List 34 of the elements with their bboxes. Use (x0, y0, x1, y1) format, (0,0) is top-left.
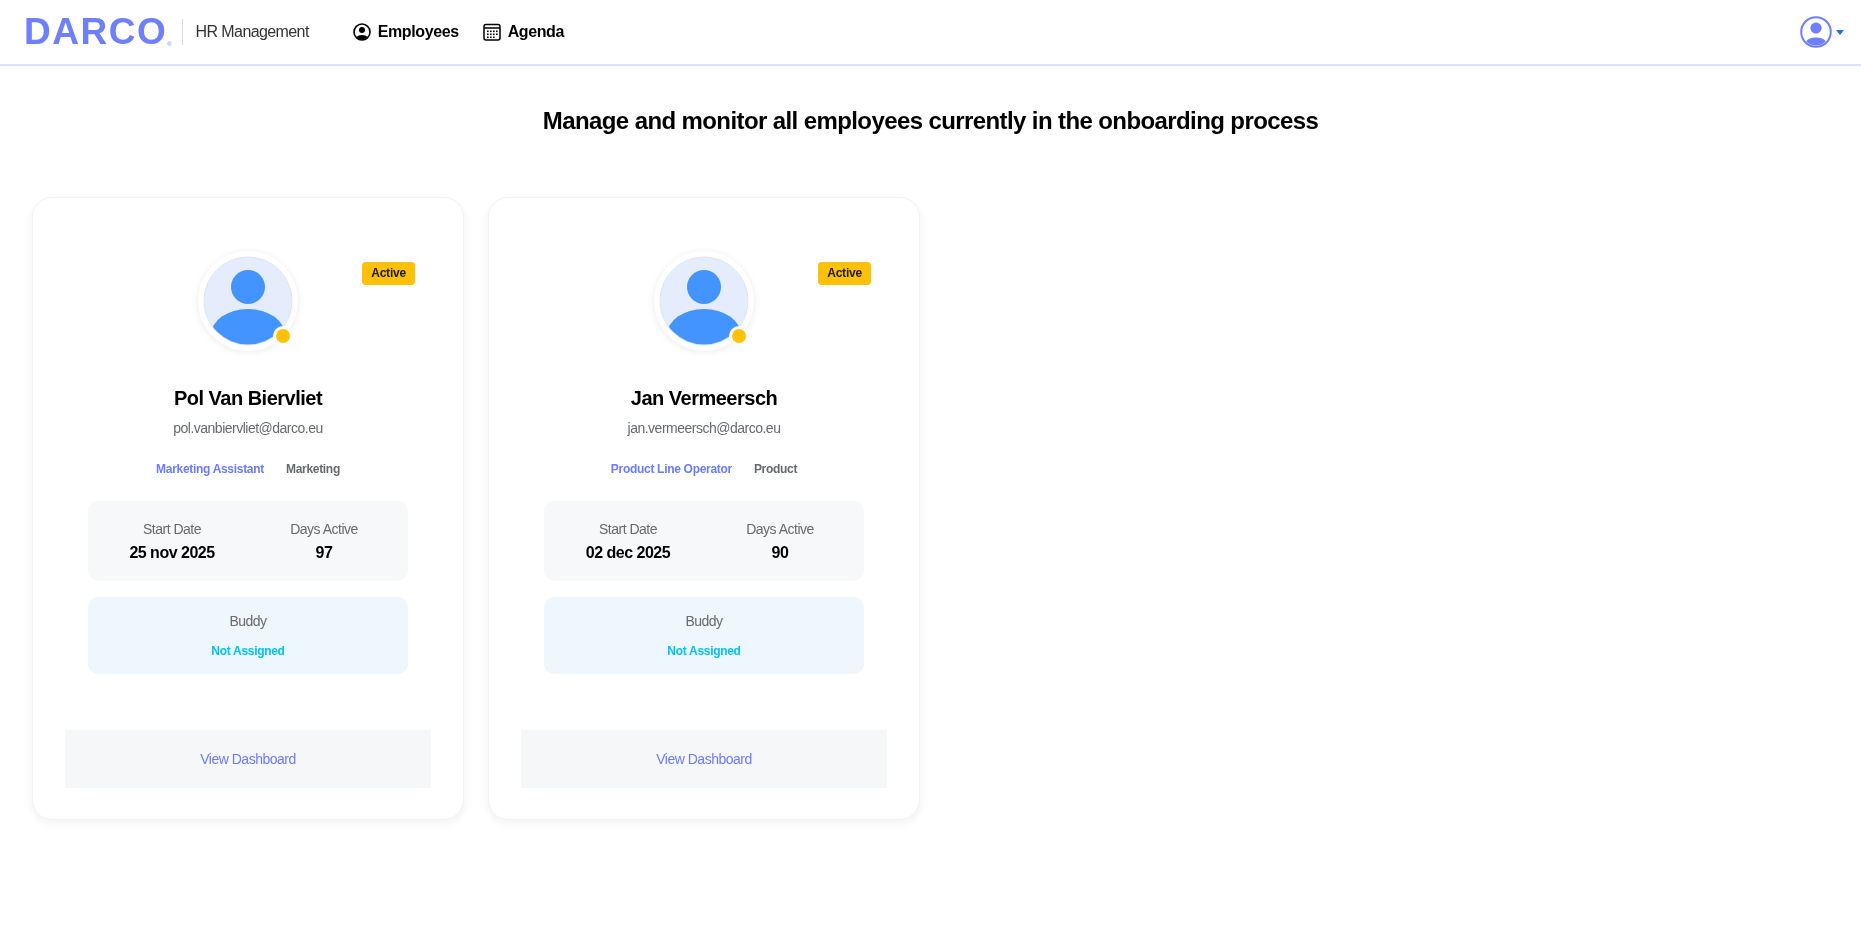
status-badge: Active (362, 262, 415, 285)
status-badge: Active (818, 262, 871, 285)
calendar-icon (482, 23, 501, 41)
nav-link[interactable]: Agenda (482, 23, 564, 41)
view-dashboard-button[interactable]: View Dashboard (65, 730, 431, 788)
stat-value: 97 (315, 543, 333, 563)
buddy-value: Not Assigned (667, 643, 741, 659)
department-name: Product (753, 461, 798, 477)
stat-label: Start Date (599, 520, 657, 538)
caret-icon (1836, 29, 1844, 35)
user-circle-icon (352, 23, 371, 41)
view-dashboard-button[interactable]: View Dashboard (521, 730, 887, 788)
app-name: HR Management (195, 23, 309, 41)
employee-name: Pol Van Biervliet (173, 386, 323, 410)
buddy-value: Not Assigned (211, 643, 285, 659)
stat-value: 90 (771, 543, 789, 563)
stat-value: 25 nov 2025 (129, 543, 215, 563)
job-title: Marketing Assistant (156, 461, 264, 477)
user-avatar-icon (1800, 16, 1832, 48)
department-name: Marketing (285, 461, 340, 477)
stat-label: Days Active (746, 520, 814, 538)
page-title: Manage and monitor all employees currently in the onboarding process (541, 106, 1320, 136)
buddy-label: Buddy (685, 612, 723, 630)
user-menu-button[interactable] (1800, 16, 1844, 48)
nav-link[interactable]: Employees (352, 23, 459, 41)
employee-email: jan.vermeersch@darco.eu (627, 419, 781, 437)
employee-email: pol.vanbiervliet@darco.eu (173, 419, 323, 437)
stat-value: 02 dec 2025 (585, 543, 671, 563)
employee-name: Jan Vermeersch (630, 386, 778, 410)
buddy-label: Buddy (229, 612, 267, 630)
job-title: Product Line Operator (610, 461, 732, 477)
stat-label: Start Date (143, 520, 201, 538)
logo[interactable]: DARCO (24, 17, 168, 47)
stat-label: Days Active (290, 520, 358, 538)
